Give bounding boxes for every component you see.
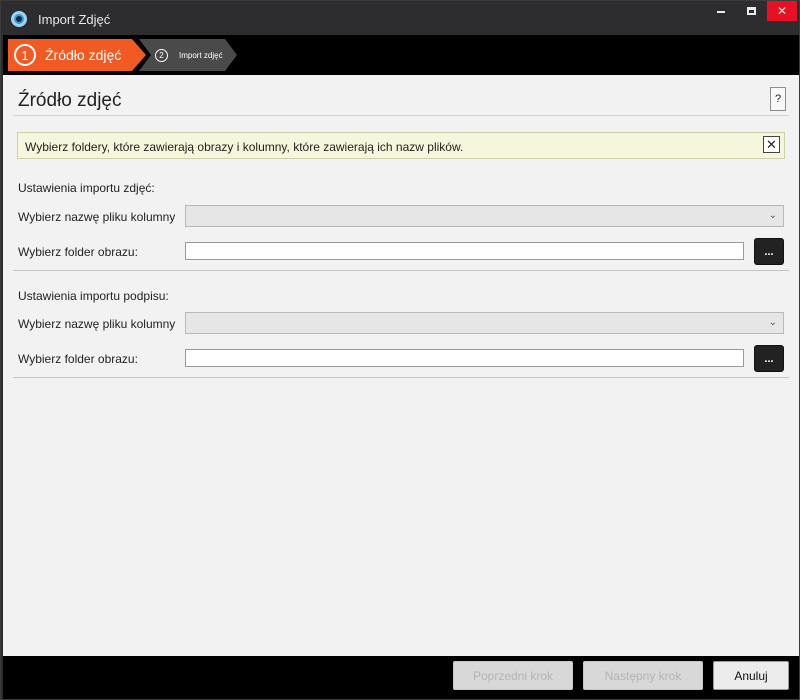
previous-step-button[interactable]: Poprzedni krok bbox=[453, 661, 573, 690]
info-banner-text: Wybierz foldery, które zawierają obrazy … bbox=[25, 140, 464, 154]
chevron-down-icon: ⌄ bbox=[768, 317, 777, 328]
app-logo-icon bbox=[11, 11, 27, 27]
signature-column-select[interactable]: ⌄ bbox=[185, 312, 784, 334]
section-divider bbox=[13, 270, 789, 271]
help-button[interactable]: ? bbox=[770, 87, 786, 111]
signature-browse-button[interactable]: ... bbox=[754, 345, 784, 372]
title-divider bbox=[13, 115, 789, 116]
signature-folder-input[interactable] bbox=[185, 349, 744, 367]
title-bar[interactable]: Import Zdjęć ✕ bbox=[1, 1, 799, 35]
photo-section-title: Ustawienia importu zdjęć: bbox=[18, 181, 155, 195]
info-banner: Wybierz foldery, które zawierają obrazy … bbox=[17, 132, 785, 159]
photo-folder-label: Wybierz folder obrazu: bbox=[18, 245, 138, 259]
photo-column-select[interactable]: ⌄ bbox=[185, 205, 784, 227]
window-title: Import Zdjęć bbox=[38, 12, 111, 27]
photo-browse-button[interactable]: ... bbox=[754, 238, 784, 265]
photo-folder-input[interactable] bbox=[185, 242, 744, 260]
page-title: Źródło zdjęć bbox=[18, 90, 122, 111]
cancel-button[interactable]: Anuluj bbox=[713, 661, 789, 690]
minimize-button[interactable] bbox=[707, 1, 735, 21]
main-content: Źródło zdjęć ? Wybierz foldery, które za… bbox=[3, 75, 799, 656]
close-icon: ✕ bbox=[776, 4, 788, 18]
next-step-button[interactable]: Następny krok bbox=[583, 661, 703, 690]
info-close-button[interactable]: ✕ bbox=[763, 136, 780, 153]
step-1[interactable]: 1 Źródło zdjęć bbox=[8, 39, 146, 71]
step-1-number: 1 bbox=[14, 44, 36, 66]
step-2-label: Import zdjęć bbox=[179, 50, 223, 60]
step-1-label: Źródło zdjęć bbox=[45, 47, 122, 63]
section-divider bbox=[13, 377, 789, 378]
footer-bar: Poprzedni krok Następny krok Anuluj bbox=[3, 656, 799, 699]
minimize-icon bbox=[717, 11, 725, 13]
signature-folder-label: Wybierz folder obrazu: bbox=[18, 352, 138, 366]
signature-column-label: Wybierz nazwę pliku kolumny bbox=[18, 317, 176, 331]
maximize-button[interactable] bbox=[737, 1, 765, 21]
photo-column-label: Wybierz nazwę pliku kolumny bbox=[18, 210, 176, 224]
close-icon: ✕ bbox=[766, 137, 777, 152]
wizard-steps: 1 Źródło zdjęć 2 Import zdjęć bbox=[3, 35, 799, 75]
step-2-number: 2 bbox=[155, 48, 168, 62]
close-window-button[interactable]: ✕ bbox=[767, 1, 797, 21]
signature-section-title: Ustawienia importu podpisu: bbox=[18, 289, 169, 303]
chevron-down-icon: ⌄ bbox=[768, 210, 777, 221]
import-window: Import Zdjęć ✕ 1 Źródło zdjęć 2 Import z… bbox=[0, 0, 800, 700]
step-2[interactable]: 2 Import zdjęć bbox=[139, 39, 237, 71]
maximize-icon bbox=[746, 7, 756, 15]
